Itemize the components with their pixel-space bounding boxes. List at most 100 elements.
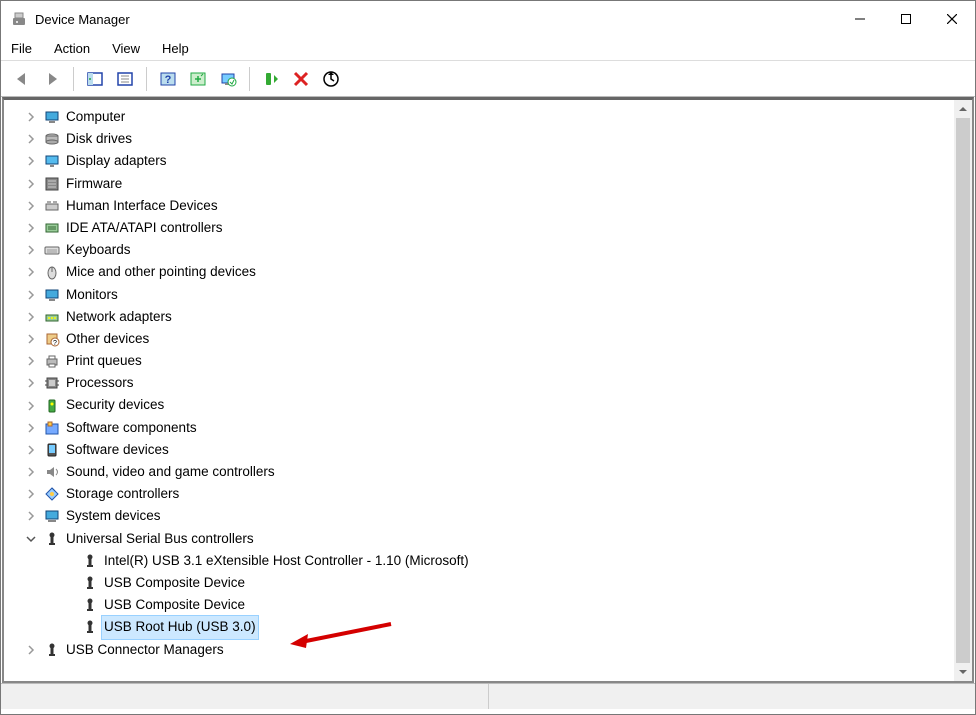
tree-category-row[interactable]: ? Other devices [24,328,972,350]
expander-icon[interactable] [24,221,38,235]
expander-icon[interactable] [24,509,38,523]
usb-icon [82,619,98,635]
category-label: Universal Serial Bus controllers [66,528,254,550]
back-button[interactable] [9,66,35,92]
device-icon [44,176,60,192]
category-label: Monitors [66,284,118,306]
expander-icon[interactable] [24,465,38,479]
menu-action[interactable]: Action [54,41,90,56]
device-icon [44,398,60,414]
tree-category-row[interactable]: Processors [24,372,972,394]
tree-device-row[interactable]: USB Root Hub (USB 3.0) [62,616,972,638]
enable-device-button[interactable] [258,66,284,92]
device-icon [44,109,60,125]
category-label: IDE ATA/ATAPI controllers [66,217,223,239]
expander-icon[interactable] [24,177,38,191]
tree-category-row[interactable]: Disk drives [24,128,972,150]
category-label: Other devices [66,328,149,350]
vertical-scrollbar[interactable] [954,100,972,681]
category-label: Display adapters [66,150,167,172]
device-icon [44,420,60,436]
scroll-thumb[interactable] [956,118,970,663]
tree-category-row[interactable]: Human Interface Devices [24,195,972,217]
device-icon [44,309,60,325]
update-driver-button[interactable] [215,66,241,92]
tree-category-row-usb[interactable]: Universal Serial Bus controllers [24,528,972,550]
expander-icon[interactable] [24,265,38,279]
scan-hardware-button[interactable] [318,66,344,92]
device-tree[interactable]: ComputerDisk drivesDisplay adaptersFirmw… [4,100,972,667]
content-area: ComputerDisk drivesDisplay adaptersFirmw… [2,97,974,683]
usb-icon [44,642,60,658]
category-label: Computer [66,106,125,128]
expander-icon[interactable] [24,332,38,346]
tree-category-row[interactable]: Software devices [24,439,972,461]
expander-icon[interactable] [24,354,38,368]
scroll-up-icon[interactable] [954,100,972,118]
tree-category-row[interactable]: Display adapters [24,150,972,172]
tree-device-row[interactable]: USB Composite Device [62,572,972,594]
tree-category-row[interactable]: USB Connector Managers [24,639,972,661]
expander-icon[interactable] [24,376,38,390]
tree-category-row[interactable]: Sound, video and game controllers [24,461,972,483]
expander-icon[interactable] [24,132,38,146]
minimize-button[interactable] [837,1,883,37]
expander-icon[interactable] [24,199,38,213]
tree-category-row[interactable]: Keyboards [24,239,972,261]
device-label: USB Root Hub (USB 3.0) [101,615,259,639]
tree-category-row[interactable]: Network adapters [24,306,972,328]
expander-icon[interactable] [24,310,38,324]
tree-category-row[interactable]: Print queues [24,350,972,372]
usb-icon [82,575,98,591]
expander-icon[interactable] [24,399,38,413]
tree-device-row[interactable]: Intel(R) USB 3.1 eXtensible Host Control… [62,550,972,572]
forward-button[interactable] [39,66,65,92]
svg-text:?: ? [53,340,57,347]
uninstall-button[interactable] [288,66,314,92]
tree-category-row[interactable]: System devices [24,505,972,527]
expander-icon[interactable] [24,110,38,124]
help-button[interactable]: ? [155,66,181,92]
category-label: Security devices [66,394,164,416]
window-title: Device Manager [35,12,837,27]
expander-icon[interactable] [24,243,38,257]
tree-device-row[interactable]: USB Composite Device [62,594,972,616]
device-icon [44,486,60,502]
expander-icon[interactable] [24,154,38,168]
category-label: USB Connector Managers [66,639,224,661]
device-icon [44,153,60,169]
device-icon [44,353,60,369]
menu-view[interactable]: View [112,41,140,56]
category-label: Print queues [66,350,142,372]
menu-file[interactable]: File [11,41,32,56]
menu-help[interactable]: Help [162,41,189,56]
tree-category-row[interactable]: Computer [24,106,972,128]
maximize-button[interactable] [883,1,929,37]
tree-category-row[interactable]: Monitors [24,284,972,306]
expander-icon[interactable] [24,643,38,657]
expander-icon[interactable] [24,421,38,435]
expander-icon[interactable] [24,443,38,457]
category-label: Software devices [66,439,169,461]
scroll-down-icon[interactable] [954,663,972,681]
tree-category-row[interactable]: Firmware [24,173,972,195]
scan-button[interactable] [185,66,211,92]
properties-button[interactable] [112,66,138,92]
status-cell-2 [489,684,976,709]
device-icon [44,287,60,303]
device-icon [44,375,60,391]
category-label: Keyboards [66,239,131,261]
device-icon [44,508,60,524]
tree-category-row[interactable]: IDE ATA/ATAPI controllers [24,217,972,239]
close-button[interactable] [929,1,975,37]
tree-category-row[interactable]: Software components [24,417,972,439]
show-hide-tree-button[interactable] [82,66,108,92]
window-controls [837,1,975,37]
expander-icon[interactable] [24,532,38,546]
expander-icon[interactable] [24,288,38,302]
tree-category-row[interactable]: Security devices [24,394,972,416]
tree-category-row[interactable]: Mice and other pointing devices [24,261,972,283]
tree-category-row[interactable]: Storage controllers [24,483,972,505]
category-label: Network adapters [66,306,172,328]
expander-icon[interactable] [24,487,38,501]
